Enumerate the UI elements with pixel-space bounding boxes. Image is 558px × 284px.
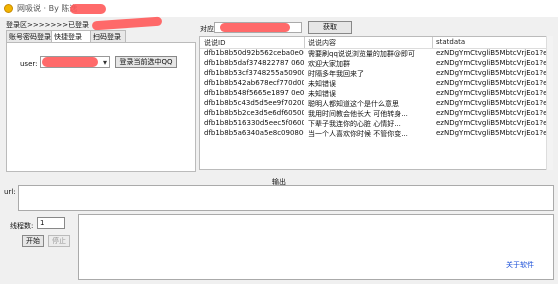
table-cell-stat: ezNDgYmCtvgliB5MbtcVrjEo1?eVIN [436, 119, 546, 127]
log-output-box[interactable] [78, 214, 554, 280]
table-cell-stat: ezNDgYmCtvgliB5MbtcVrjEo1?eVIN [436, 109, 546, 117]
about-software-link[interactable]: 关于软件 [506, 260, 534, 270]
table-cell-id: dfb1b8b53cf3748255a50900 [204, 69, 304, 77]
tab-label: 扫码登录 [93, 33, 121, 41]
tab-password-login[interactable]: 账号密码登录 [6, 30, 52, 42]
table-cell-content: 时隔多年我回来了 [308, 70, 364, 78]
table-cell-content: 欢迎大家加群 [308, 60, 350, 68]
tab-label: 快捷登录 [54, 33, 82, 41]
table-cell-content: 当一个人喜欢你时候 不管你变... [308, 130, 408, 138]
chevron-down-icon: ▾ [102, 58, 107, 67]
table-cell-stat: ezNDgYmCtvgliB5MbtcVrjEo1?eVIN [436, 59, 546, 67]
table-cell-id: dfb1b8b516330d5eec5f0600 [204, 119, 304, 127]
url-label: url: [4, 188, 16, 196]
table-cell-stat: ezNDgYmCtvgliB5MbtcVrjEo1?eVIN [436, 49, 546, 57]
tab-qr-login[interactable]: 扫码登录 [90, 30, 126, 42]
table-cell-stat: ezNDgYmCtvgliB5MbtcVrjEo1?eVIN [436, 99, 546, 107]
app-icon [4, 4, 13, 13]
user-label: user: [20, 60, 38, 68]
table-cell-content: 未知错误 [308, 90, 336, 98]
table-cell-stat: ezNDgYmCtvgliB5MbtcVrjEo1?eVIN [436, 129, 546, 137]
table-cell-id: dfb1b8b50d92b562ceba0e00 [204, 49, 304, 57]
table-cell-stat: ezNDgYmCtvgliB5MbtcVrjEo1?eVIN [436, 79, 546, 87]
table-cell-content: 聪明人都知道这个是什么意思 [308, 100, 399, 108]
redaction-mark [220, 23, 290, 32]
login-area-label: 登录区>>>>>>>已登录 [6, 21, 90, 29]
table-cell-content: 未知错误 [308, 80, 336, 88]
table-cell-id: dfb1b8b5daf374822787 0600 [204, 59, 304, 67]
redaction-mark [91, 16, 163, 31]
table-cell-stat: ezNDgYmCtvgliB5MbtcVrjEo1?eVIN [436, 69, 546, 77]
table-cell-id: dfb1b8b5a6340a5e8c090800 [204, 129, 304, 137]
table-cell-content: 我用时间教会他长大 可他转身... [308, 110, 408, 118]
fetch-button[interactable]: 获取 [308, 21, 352, 34]
start-button[interactable]: 开始 [22, 235, 44, 247]
login-tab-strip: 账号密码登录 快捷登录 扫码登录 [6, 30, 196, 43]
redaction-mark [70, 4, 106, 14]
table-cell-id: dfb1b8b542ab678ecf770d00 [204, 79, 304, 87]
table-cell-id: dfb1b8b548f5665e1897 0e00 [204, 89, 304, 97]
tab-label: 账号密码登录 [9, 33, 51, 41]
column-separator [304, 37, 305, 48]
table-header-content[interactable]: 说说内容 [308, 38, 428, 47]
table-header-statdata[interactable]: statdata [436, 38, 546, 47]
url-output-box[interactable] [18, 185, 554, 211]
table-cell-content: 需要刷qq说说浏览量的加群@即可 [308, 50, 415, 58]
table-vertical-scrollbar[interactable] [546, 36, 553, 170]
table-cell-id: dfb1b8b5c43d5d5ee9f70200 [204, 99, 304, 107]
table-cell-content: 下辈子我连你的心脏 心情好... [308, 120, 401, 128]
table-header-id[interactable]: 说说ID [204, 38, 304, 47]
table-cell-stat: ezNDgYmCtvgliB5MbtcVrjEo1?eVIN [436, 89, 546, 97]
window-title: 网吸说 · By 陈逸 [17, 4, 78, 13]
table-cell-id: dfb1b8b5b2ce3d5e6df60500 [204, 109, 304, 117]
thread-count-input[interactable]: 1 [37, 217, 65, 229]
column-separator [432, 37, 433, 48]
redaction-mark [42, 57, 98, 67]
login-selected-qq-button[interactable]: 登录当前选中QQ [115, 56, 177, 68]
shuoshuo-table[interactable]: 说说ID 说说内容 statdata dfb1b8b50d92b562ceba0… [199, 36, 553, 170]
stop-button[interactable]: 停止 [48, 235, 70, 247]
thread-count-label: 线程数: [10, 222, 34, 230]
